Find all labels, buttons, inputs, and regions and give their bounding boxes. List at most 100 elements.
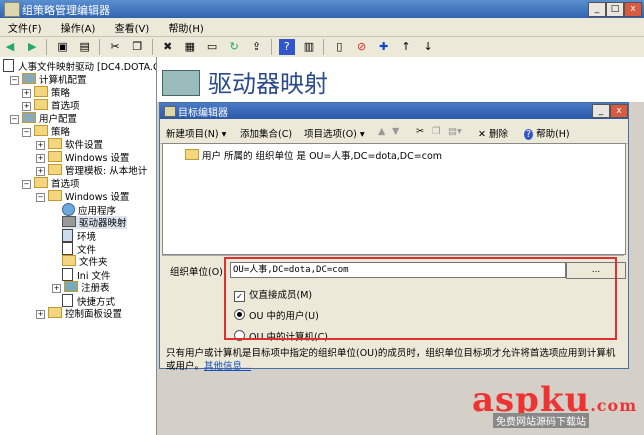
- move-up-icon[interactable]: ▲: [378, 126, 385, 137]
- expand-icon[interactable]: +: [52, 284, 61, 293]
- expand-icon[interactable]: +: [36, 310, 45, 319]
- tree-item-applications[interactable]: 应用程序: [62, 203, 116, 217]
- minimize-button[interactable]: _: [588, 2, 606, 17]
- collapse-icon[interactable]: −: [22, 128, 31, 137]
- new-item-button[interactable]: 新建项目(N) ▾: [166, 126, 226, 140]
- menu-action[interactable]: 操作(A): [53, 18, 104, 37]
- splitter[interactable]: [162, 255, 624, 256]
- print-icon[interactable]: ▭: [204, 39, 220, 55]
- tree-item-registry[interactable]: + 注册表: [52, 281, 110, 294]
- export-icon[interactable]: ⇪: [248, 39, 264, 55]
- expand-icon[interactable]: +: [36, 141, 45, 150]
- tree-item-preferences[interactable]: + 首选项: [22, 99, 80, 112]
- tree-item-environment[interactable]: 环境: [62, 229, 96, 243]
- folder-icon: [34, 99, 48, 110]
- move-down-icon[interactable]: ▼: [392, 126, 399, 137]
- ou-icon: [185, 149, 199, 160]
- tree-item-shortcuts[interactable]: 快捷方式: [62, 294, 115, 308]
- forward-icon[interactable]: ▶: [24, 39, 40, 55]
- item-options-button[interactable]: 项目选项(O) ▾: [304, 126, 365, 140]
- cut-icon[interactable]: ✂: [416, 126, 424, 137]
- menu-file[interactable]: 文件(F): [0, 18, 50, 37]
- cut-icon[interactable]: ✂: [107, 39, 123, 55]
- highlight-box: [224, 257, 617, 340]
- menu-view[interactable]: 查看(V): [107, 18, 158, 37]
- menu-help[interactable]: 帮助(H): [160, 18, 211, 37]
- collapse-icon[interactable]: −: [22, 180, 31, 189]
- expand-icon[interactable]: +: [36, 167, 45, 176]
- delete-icon: ✕: [478, 129, 486, 140]
- maximize-button[interactable]: □: [606, 2, 624, 17]
- computer-icon: [22, 73, 36, 84]
- dialog-close-button[interactable]: x: [610, 104, 628, 118]
- show-tree-icon[interactable]: ▤: [77, 39, 93, 55]
- gpo-icon: [3, 59, 14, 72]
- tree-item-policies[interactable]: − 策略: [22, 125, 70, 138]
- expand-icon[interactable]: +: [22, 102, 31, 111]
- drive-icon: [62, 216, 76, 227]
- help-icon: ?: [524, 129, 534, 140]
- registry-icon: [64, 281, 78, 292]
- tree-item-admin-templates[interactable]: + 管理模板: 从本地计: [36, 164, 147, 177]
- app-icon: [4, 2, 20, 17]
- help-icon[interactable]: ?: [278, 39, 295, 55]
- folder-icon: [48, 138, 62, 149]
- toolbar-separator: [151, 39, 153, 55]
- dialog-titlebar: 目标编辑器 _ x: [160, 103, 628, 119]
- tree-item-folders[interactable]: 文件夹: [62, 255, 108, 268]
- close-button[interactable]: x: [624, 2, 642, 17]
- toolbar-separator: [323, 39, 325, 55]
- folder-icon: [48, 164, 62, 175]
- tree-item-drive-maps[interactable]: 驱动器映射: [62, 216, 127, 229]
- drive-map-icon: [162, 70, 200, 96]
- tree-item-windows-settings[interactable]: − Windows 设置: [36, 190, 129, 203]
- tree-root[interactable]: 人事文件映射驱动 [DC4.DOTA.C: [3, 59, 157, 73]
- dialog-minimize-button[interactable]: _: [592, 104, 610, 118]
- tree-item-windows-settings[interactable]: + Windows 设置: [36, 151, 129, 164]
- folder-icon: [34, 86, 48, 97]
- doc-icon[interactable]: ▯: [331, 39, 347, 55]
- expand-icon[interactable]: +: [22, 89, 31, 98]
- collapse-icon[interactable]: −: [10, 76, 19, 85]
- move-up-icon[interactable]: ↑: [398, 39, 414, 55]
- menu-bar: 文件(F) 操作(A) 查看(V) 帮助(H): [0, 18, 644, 37]
- toolbar-separator: [98, 39, 100, 55]
- paste-icon[interactable]: ▤▾: [448, 126, 462, 137]
- folder-icon: [48, 307, 62, 318]
- dropdown-arrow-icon: ▾: [359, 129, 365, 140]
- list-item[interactable]: 用户 所属的 组织单位 是 OU=人事,DC=dota,DC=com: [185, 148, 442, 162]
- user-icon: [22, 112, 36, 123]
- tree-item-ini-files[interactable]: Ini 文件: [62, 268, 110, 282]
- window-titlebar: 组策略管理编辑器 _ □ x: [0, 0, 644, 18]
- up-folder-icon[interactable]: ▣: [55, 39, 71, 55]
- panel-icon[interactable]: ▥: [301, 39, 317, 55]
- add-icon[interactable]: ✚: [376, 39, 392, 55]
- stop-icon[interactable]: ⊘: [354, 39, 370, 55]
- move-down-icon[interactable]: ↓: [420, 39, 436, 55]
- tree-item-files[interactable]: 文件: [62, 242, 96, 256]
- tree-item-computer-config[interactable]: − 计算机配置: [10, 73, 87, 86]
- folder-icon: [34, 125, 48, 136]
- collapse-icon[interactable]: −: [36, 193, 45, 202]
- refresh-icon[interactable]: ↻: [226, 39, 242, 55]
- dialog-title: 目标编辑器: [178, 108, 228, 119]
- help-button[interactable]: ? 帮助(H): [524, 126, 570, 140]
- back-icon[interactable]: ◀: [2, 39, 18, 55]
- page-title: 驱动器映射: [208, 70, 328, 98]
- environment-icon: [62, 229, 73, 242]
- tree-item-policies[interactable]: + 策略: [22, 86, 70, 99]
- properties-icon[interactable]: ▦: [182, 39, 198, 55]
- collapse-icon[interactable]: −: [10, 115, 19, 124]
- copy-icon[interactable]: ❐: [129, 39, 145, 55]
- delete-button[interactable]: ✕ 删除: [478, 126, 508, 140]
- tree-root-label: 人事文件映射驱动 [DC4.DOTA.C: [18, 62, 157, 73]
- tree-item-control-panel[interactable]: + 控制面板设置: [36, 307, 122, 320]
- tree-item-software-settings[interactable]: + 软件设置: [36, 138, 103, 151]
- copy-icon[interactable]: ❐: [432, 126, 441, 137]
- delete-icon[interactable]: ✖: [160, 39, 176, 55]
- tree-item-user-config[interactable]: − 用户配置: [10, 112, 77, 125]
- expand-icon[interactable]: +: [36, 154, 45, 163]
- more-info-link[interactable]: 其他信息...: [204, 361, 251, 372]
- add-collection-button[interactable]: 添加集合(C): [240, 126, 292, 140]
- tree-item-preferences[interactable]: − 首选项: [22, 177, 80, 190]
